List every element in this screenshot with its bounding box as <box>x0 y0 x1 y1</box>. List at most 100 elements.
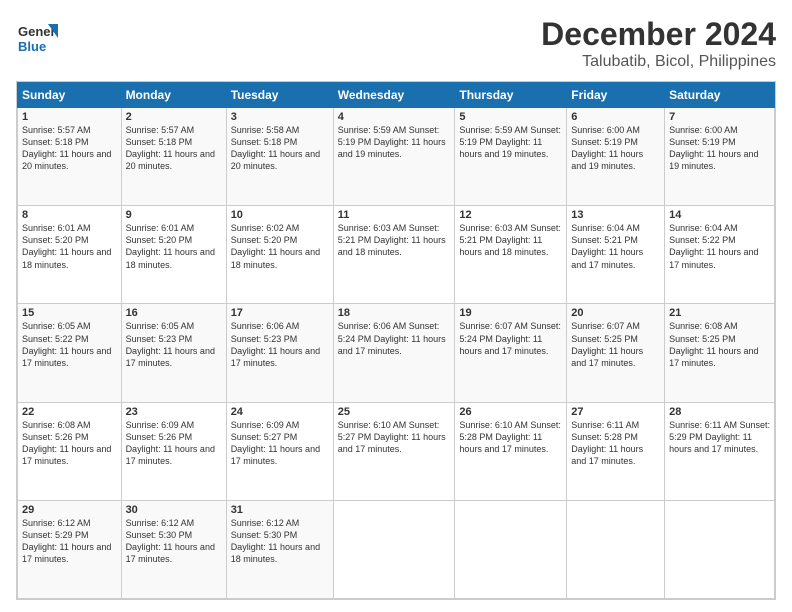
day-info: Sunrise: 6:01 AM Sunset: 5:20 PM Dayligh… <box>22 222 117 271</box>
day-number: 24 <box>231 406 329 418</box>
table-row <box>665 500 775 598</box>
table-row: 21Sunrise: 6:08 AM Sunset: 5:25 PM Dayli… <box>665 304 775 402</box>
table-row: 22Sunrise: 6:08 AM Sunset: 5:26 PM Dayli… <box>18 402 122 500</box>
col-thursday: Thursday <box>455 83 567 108</box>
day-info: Sunrise: 6:05 AM Sunset: 5:22 PM Dayligh… <box>22 320 117 369</box>
day-number: 12 <box>459 209 562 221</box>
day-number: 26 <box>459 406 562 418</box>
calendar: Sunday Monday Tuesday Wednesday Thursday… <box>16 81 776 600</box>
day-info: Sunrise: 6:10 AM Sunset: 5:27 PM Dayligh… <box>338 419 451 455</box>
day-info: Sunrise: 6:12 AM Sunset: 5:30 PM Dayligh… <box>231 517 329 566</box>
day-number: 15 <box>22 307 117 319</box>
table-row: 13Sunrise: 6:04 AM Sunset: 5:21 PM Dayli… <box>567 206 665 304</box>
page-subtitle: Talubatib, Bicol, Philippines <box>541 53 776 71</box>
day-info: Sunrise: 6:03 AM Sunset: 5:21 PM Dayligh… <box>338 222 451 258</box>
table-row: 7Sunrise: 6:00 AM Sunset: 5:19 PM Daylig… <box>665 108 775 206</box>
day-info: Sunrise: 6:04 AM Sunset: 5:22 PM Dayligh… <box>669 222 770 271</box>
header: General Blue December 2024 Talubatib, Bi… <box>16 16 776 71</box>
page: General Blue December 2024 Talubatib, Bi… <box>0 0 792 612</box>
table-row: 29Sunrise: 6:12 AM Sunset: 5:29 PM Dayli… <box>18 500 122 598</box>
day-number: 27 <box>571 406 660 418</box>
title-block: December 2024 Talubatib, Bicol, Philippi… <box>541 16 776 71</box>
day-number: 11 <box>338 209 451 221</box>
logo: General Blue <box>16 16 58 58</box>
day-number: 16 <box>126 307 222 319</box>
day-info: Sunrise: 5:58 AM Sunset: 5:18 PM Dayligh… <box>231 124 329 173</box>
day-number: 30 <box>126 504 222 516</box>
page-title: December 2024 <box>541 16 776 53</box>
day-info: Sunrise: 6:07 AM Sunset: 5:25 PM Dayligh… <box>571 320 660 369</box>
day-info: Sunrise: 6:00 AM Sunset: 5:19 PM Dayligh… <box>669 124 770 173</box>
col-friday: Friday <box>567 83 665 108</box>
table-row: 24Sunrise: 6:09 AM Sunset: 5:27 PM Dayli… <box>226 402 333 500</box>
day-number: 14 <box>669 209 770 221</box>
day-number: 19 <box>459 307 562 319</box>
day-number: 29 <box>22 504 117 516</box>
day-info: Sunrise: 6:09 AM Sunset: 5:26 PM Dayligh… <box>126 419 222 468</box>
day-info: Sunrise: 6:04 AM Sunset: 5:21 PM Dayligh… <box>571 222 660 271</box>
table-row <box>567 500 665 598</box>
col-saturday: Saturday <box>665 83 775 108</box>
day-number: 18 <box>338 307 451 319</box>
table-row: 1Sunrise: 5:57 AM Sunset: 5:18 PM Daylig… <box>18 108 122 206</box>
day-info: Sunrise: 6:09 AM Sunset: 5:27 PM Dayligh… <box>231 419 329 468</box>
day-number: 6 <box>571 111 660 123</box>
day-number: 22 <box>22 406 117 418</box>
day-number: 5 <box>459 111 562 123</box>
table-row: 16Sunrise: 6:05 AM Sunset: 5:23 PM Dayli… <box>121 304 226 402</box>
svg-text:Blue: Blue <box>18 39 46 54</box>
col-wednesday: Wednesday <box>333 83 455 108</box>
logo-icon: General Blue <box>16 16 58 58</box>
table-row: 26Sunrise: 6:10 AM Sunset: 5:28 PM Dayli… <box>455 402 567 500</box>
table-row: 19Sunrise: 6:07 AM Sunset: 5:24 PM Dayli… <box>455 304 567 402</box>
table-row: 4Sunrise: 5:59 AM Sunset: 5:19 PM Daylig… <box>333 108 455 206</box>
table-row: 2Sunrise: 5:57 AM Sunset: 5:18 PM Daylig… <box>121 108 226 206</box>
table-row: 6Sunrise: 6:00 AM Sunset: 5:19 PM Daylig… <box>567 108 665 206</box>
day-number: 8 <box>22 209 117 221</box>
day-number: 21 <box>669 307 770 319</box>
day-info: Sunrise: 6:08 AM Sunset: 5:26 PM Dayligh… <box>22 419 117 468</box>
day-info: Sunrise: 5:59 AM Sunset: 5:19 PM Dayligh… <box>459 124 562 160</box>
day-info: Sunrise: 6:03 AM Sunset: 5:21 PM Dayligh… <box>459 222 562 258</box>
table-row: 15Sunrise: 6:05 AM Sunset: 5:22 PM Dayli… <box>18 304 122 402</box>
col-sunday: Sunday <box>18 83 122 108</box>
day-number: 2 <box>126 111 222 123</box>
day-number: 17 <box>231 307 329 319</box>
day-number: 31 <box>231 504 329 516</box>
day-number: 20 <box>571 307 660 319</box>
table-row: 30Sunrise: 6:12 AM Sunset: 5:30 PM Dayli… <box>121 500 226 598</box>
table-row: 18Sunrise: 6:06 AM Sunset: 5:24 PM Dayli… <box>333 304 455 402</box>
table-row: 23Sunrise: 6:09 AM Sunset: 5:26 PM Dayli… <box>121 402 226 500</box>
col-tuesday: Tuesday <box>226 83 333 108</box>
table-row: 14Sunrise: 6:04 AM Sunset: 5:22 PM Dayli… <box>665 206 775 304</box>
table-row: 27Sunrise: 6:11 AM Sunset: 5:28 PM Dayli… <box>567 402 665 500</box>
day-info: Sunrise: 6:05 AM Sunset: 5:23 PM Dayligh… <box>126 320 222 369</box>
col-monday: Monday <box>121 83 226 108</box>
day-info: Sunrise: 5:59 AM Sunset: 5:19 PM Dayligh… <box>338 124 451 160</box>
day-info: Sunrise: 6:06 AM Sunset: 5:24 PM Dayligh… <box>338 320 451 356</box>
day-info: Sunrise: 6:00 AM Sunset: 5:19 PM Dayligh… <box>571 124 660 173</box>
table-row: 20Sunrise: 6:07 AM Sunset: 5:25 PM Dayli… <box>567 304 665 402</box>
table-row: 28Sunrise: 6:11 AM Sunset: 5:29 PM Dayli… <box>665 402 775 500</box>
day-info: Sunrise: 5:57 AM Sunset: 5:18 PM Dayligh… <box>126 124 222 173</box>
table-row: 10Sunrise: 6:02 AM Sunset: 5:20 PM Dayli… <box>226 206 333 304</box>
table-row <box>333 500 455 598</box>
table-row: 5Sunrise: 5:59 AM Sunset: 5:19 PM Daylig… <box>455 108 567 206</box>
table-row: 17Sunrise: 6:06 AM Sunset: 5:23 PM Dayli… <box>226 304 333 402</box>
table-row: 25Sunrise: 6:10 AM Sunset: 5:27 PM Dayli… <box>333 402 455 500</box>
day-info: Sunrise: 6:07 AM Sunset: 5:24 PM Dayligh… <box>459 320 562 356</box>
day-info: Sunrise: 6:01 AM Sunset: 5:20 PM Dayligh… <box>126 222 222 271</box>
day-info: Sunrise: 6:06 AM Sunset: 5:23 PM Dayligh… <box>231 320 329 369</box>
day-number: 7 <box>669 111 770 123</box>
day-info: Sunrise: 5:57 AM Sunset: 5:18 PM Dayligh… <box>22 124 117 173</box>
day-number: 28 <box>669 406 770 418</box>
day-info: Sunrise: 6:02 AM Sunset: 5:20 PM Dayligh… <box>231 222 329 271</box>
day-number: 4 <box>338 111 451 123</box>
table-row: 3Sunrise: 5:58 AM Sunset: 5:18 PM Daylig… <box>226 108 333 206</box>
table-row <box>455 500 567 598</box>
table-row: 8Sunrise: 6:01 AM Sunset: 5:20 PM Daylig… <box>18 206 122 304</box>
day-number: 23 <box>126 406 222 418</box>
day-number: 3 <box>231 111 329 123</box>
day-info: Sunrise: 6:11 AM Sunset: 5:28 PM Dayligh… <box>571 419 660 468</box>
table-row: 9Sunrise: 6:01 AM Sunset: 5:20 PM Daylig… <box>121 206 226 304</box>
